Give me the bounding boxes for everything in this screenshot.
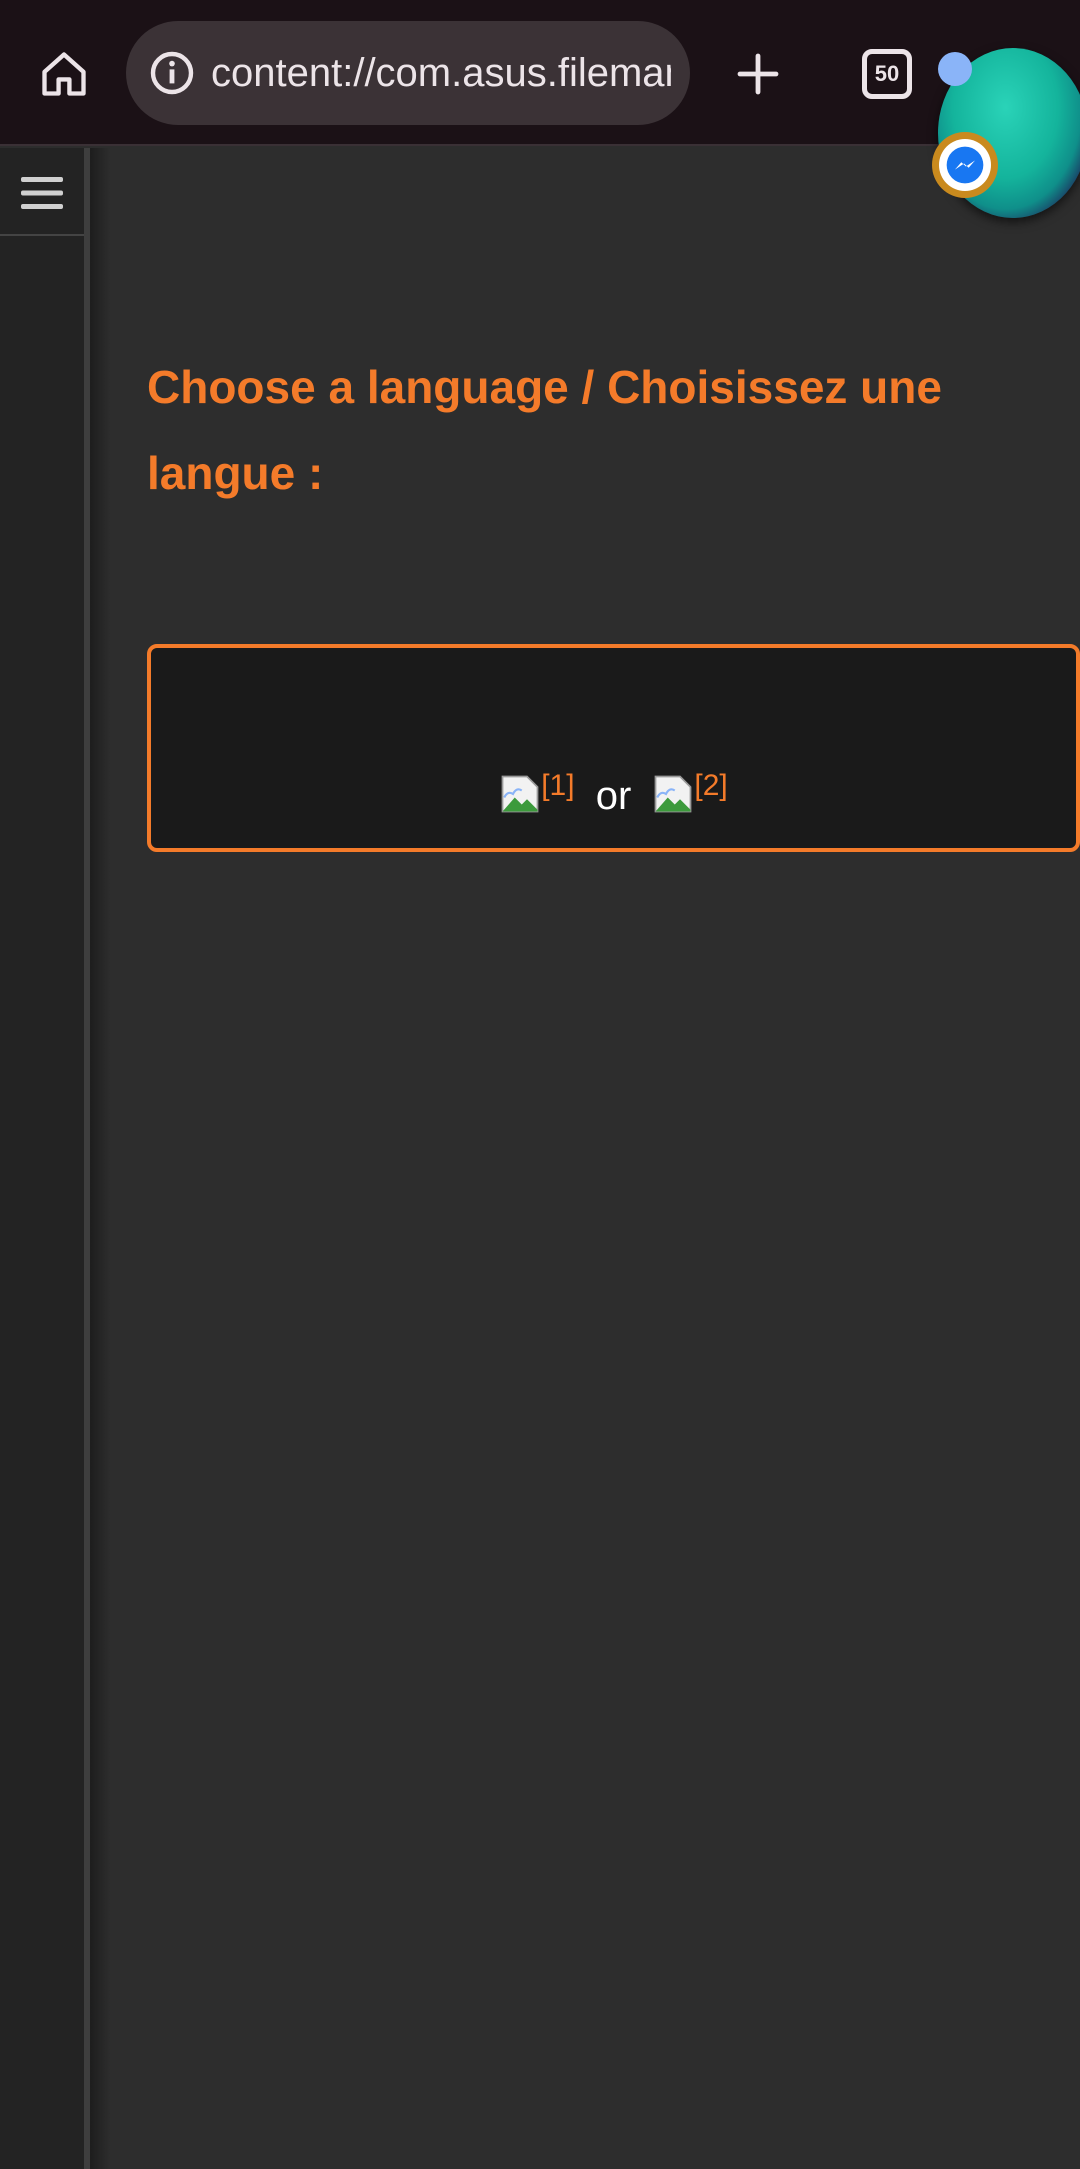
notification-dot	[938, 52, 972, 86]
sidebar-shadow	[90, 148, 110, 2169]
chat-head-bubble[interactable]	[932, 46, 1080, 224]
language-options: [1] or [2]	[151, 756, 1076, 826]
broken-image-icon	[655, 775, 692, 813]
plus-icon	[737, 53, 779, 95]
tab-switcher-button[interactable]: 50	[862, 49, 912, 99]
language-option-1[interactable]: [1]	[499, 756, 575, 826]
language-selector: [1] or [2]	[147, 644, 1080, 852]
option-2-ref[interactable]: [2]	[694, 769, 727, 802]
address-bar[interactable]: content://com.asus.filemanager	[126, 21, 690, 125]
hamburger-menu-icon	[21, 177, 63, 209]
separator-text: or	[595, 774, 632, 818]
messenger-icon	[932, 132, 998, 198]
option-1-ref[interactable]: [1]	[541, 769, 574, 802]
language-option-2[interactable]: [2]	[652, 756, 728, 826]
home-button[interactable]	[28, 38, 100, 110]
broken-image-icon	[501, 775, 539, 813]
sidebar	[0, 148, 86, 2169]
url-text[interactable]: content://com.asus.filemanager	[211, 21, 671, 125]
page-title: Choose a language / Choisissez une langu…	[147, 361, 942, 499]
browser-toolbar: content://com.asus.filemanager 50	[0, 0, 1080, 146]
info-icon[interactable]	[148, 49, 196, 97]
menu-button[interactable]	[0, 152, 84, 236]
new-tab-button[interactable]	[722, 38, 794, 110]
home-icon	[42, 52, 86, 96]
